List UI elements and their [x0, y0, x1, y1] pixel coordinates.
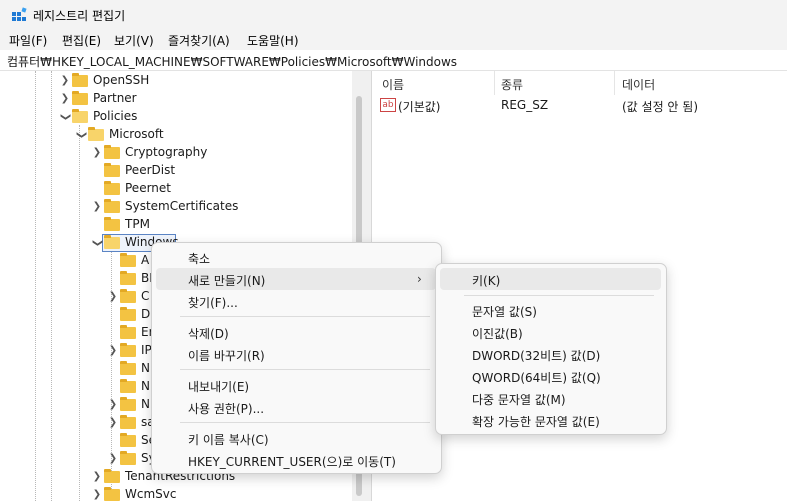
tree-item-wcmsvc[interactable]: ❯ WcmSvc — [0, 486, 350, 501]
tree-item-label: Partner — [93, 91, 137, 105]
tree-item-peernet[interactable]: Peernet — [0, 180, 350, 198]
chevron-right-icon[interactable]: ❯ — [91, 145, 103, 161]
folder-open-icon — [88, 127, 104, 141]
chevron-right-icon[interactable]: ❯ — [107, 343, 119, 359]
chevron-down-icon[interactable]: ❯ — [89, 237, 105, 249]
string-value-icon: ab — [380, 98, 396, 112]
tree-item-cryptography[interactable]: ❯ Cryptography — [0, 144, 350, 162]
tree-item-label: C — [141, 289, 150, 303]
tree-item-systemcertificates[interactable]: ❯ SystemCertificates — [0, 198, 350, 216]
title-bar: 레지스트리 편집기 — [0, 0, 787, 29]
menu-view[interactable]: 보기(V) — [114, 32, 154, 49]
tree-item-label: Peernet — [125, 181, 171, 195]
tree-item-openssh[interactable]: ❯ OpenSSH — [0, 72, 350, 90]
folder-icon — [120, 271, 136, 285]
tree-item-partner[interactable]: ❯ Partner — [0, 90, 350, 108]
tree-item-label: D — [141, 307, 151, 321]
tree-item-label: Policies — [93, 109, 138, 123]
tree-item-label: N — [141, 361, 150, 375]
column-header-type[interactable]: 종류 — [501, 71, 523, 95]
menu-file[interactable]: 파일(F) — [9, 32, 47, 49]
chevron-down-icon[interactable]: ❯ — [57, 111, 73, 123]
folder-icon — [120, 361, 136, 375]
tree-item-label: TPM — [125, 217, 150, 231]
folder-icon — [120, 307, 136, 321]
folder-icon — [104, 469, 120, 483]
folder-icon — [104, 145, 120, 159]
column-header-data[interactable]: 데이터 — [622, 71, 655, 95]
folder-icon — [120, 325, 136, 339]
regedit-icon — [12, 7, 27, 21]
address-bar[interactable]: 컴퓨터₩HKEY_LOCAL_MACHINE₩SOFTWARE₩Policies… — [0, 50, 787, 71]
menu-favorites[interactable]: 즐겨찾기(A) — [168, 32, 230, 49]
value-data: (값 설정 안 됨) — [622, 100, 699, 114]
tree-item-label: SystemCertificates — [125, 199, 239, 213]
tree-item-label: N — [141, 379, 150, 393]
folder-icon — [104, 487, 120, 501]
folder-icon — [120, 415, 136, 429]
value-row[interactable]: ab (기본값) REG_SZ (값 설정 안 됨) — [372, 95, 787, 115]
folder-icon — [104, 199, 120, 213]
chevron-right-icon[interactable]: ❯ — [107, 415, 119, 431]
value-type: REG_SZ — [501, 98, 549, 112]
chevron-right-icon[interactable]: ❯ — [59, 73, 71, 89]
chevron-right-icon[interactable]: ❯ — [59, 91, 71, 107]
menu-bar: 파일(F) 편집(E) 보기(V) 즐겨찾기(A) 도움말(H) — [0, 29, 787, 50]
folder-icon — [120, 451, 136, 465]
column-header-name[interactable]: 이름 — [382, 71, 404, 95]
tree-item-label: A — [141, 253, 150, 267]
folder-open-icon — [104, 235, 120, 249]
folder-icon — [120, 343, 136, 357]
tree-item-peerdist[interactable]: PeerDist — [0, 162, 350, 180]
tree-item-label: OpenSSH — [93, 73, 150, 87]
chevron-right-icon[interactable]: ❯ — [91, 199, 103, 215]
chevron-right-icon[interactable]: ❯ — [91, 487, 103, 501]
chevron-right-icon[interactable]: ❯ — [91, 469, 103, 485]
tree-item-label: WcmSvc — [125, 487, 177, 501]
window-title: 레지스트리 편집기 — [33, 9, 126, 23]
folder-icon — [120, 289, 136, 303]
context-menu: 축소 새로 만들기(N) › 찾기(F)... 삭제(D) 이름 바꾸기(R) … — [151, 242, 442, 474]
value-name: (기본값) — [398, 100, 441, 114]
tree-item-label: Microsoft — [109, 127, 164, 141]
chevron-right-icon: › — [417, 272, 422, 286]
tree-item-microsoft[interactable]: ❯ Microsoft — [0, 126, 350, 144]
folder-open-icon — [72, 109, 88, 123]
folder-icon — [104, 217, 120, 231]
folder-icon — [120, 433, 136, 447]
folder-icon — [72, 91, 88, 105]
address-path[interactable]: 컴퓨터₩HKEY_LOCAL_MACHINE₩SOFTWARE₩Policies… — [7, 53, 457, 70]
menu-edit[interactable]: 편집(E) — [62, 32, 101, 49]
folder-icon — [104, 163, 120, 177]
chevron-right-icon[interactable]: ❯ — [107, 451, 119, 467]
new-submenu: 키(K) 문자열 값(S) 이진값(B) DWORD(32비트) 값(D) QW… — [435, 263, 667, 435]
chevron-right-icon[interactable]: ❯ — [107, 397, 119, 413]
tree-item-tpm[interactable]: TPM — [0, 216, 350, 234]
chevron-right-icon[interactable]: ❯ — [107, 289, 119, 305]
tree-item-policies[interactable]: ❯ Policies — [0, 108, 350, 126]
folder-icon — [120, 379, 136, 393]
chevron-down-icon[interactable]: ❯ — [73, 129, 89, 141]
folder-icon — [120, 253, 136, 267]
folder-icon — [104, 181, 120, 195]
menu-help[interactable]: 도움말(H) — [247, 32, 299, 49]
tree-item-label: N — [141, 397, 150, 411]
tree-item-label: PeerDist — [125, 163, 176, 177]
folder-icon — [72, 73, 88, 87]
folder-icon — [120, 397, 136, 411]
tree-item-label: Cryptography — [125, 145, 208, 159]
